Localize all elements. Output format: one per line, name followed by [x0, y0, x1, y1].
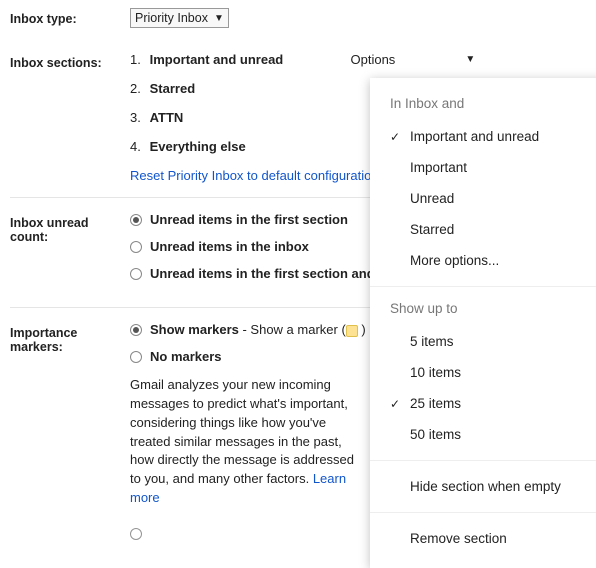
inbox-type-label: Inbox type: [10, 8, 130, 26]
section-options-menu: In Inbox and ✓ Important and unread Impo… [370, 78, 596, 568]
menu-filter-unread[interactable]: Unread [370, 183, 596, 214]
unread-option-text: Unread items in the first section [150, 212, 348, 227]
menu-item-text: Remove section [410, 531, 507, 546]
menu-header-show-up-to: Show up to [370, 297, 596, 326]
radio-icon [130, 241, 142, 253]
menu-divider [370, 286, 596, 287]
menu-item-text: Important and unread [410, 129, 539, 144]
radio-icon [130, 528, 142, 540]
section-options-button[interactable]: Options ▼ [351, 52, 476, 67]
importance-markers-label: Importance markers: [10, 322, 130, 354]
markers-description: Gmail analyzes your new incoming message… [130, 376, 360, 508]
section-name: ATTN [150, 110, 184, 125]
reset-priority-inbox-link[interactable]: Reset Priority Inbox to default configur… [130, 168, 379, 183]
section-num: 4. [130, 139, 146, 154]
menu-item-text: Hide section when empty [410, 479, 561, 494]
menu-divider [370, 512, 596, 513]
radio-icon [130, 324, 142, 336]
menu-item-text: 5 items [410, 334, 454, 349]
menu-hide-when-empty[interactable]: Hide section when empty [370, 471, 596, 502]
menu-item-text: 10 items [410, 365, 461, 380]
section-name: Everything else [150, 139, 246, 154]
show-markers-tail: - Show a marker ( [239, 322, 346, 337]
menu-count-10[interactable]: 10 items [370, 357, 596, 388]
inbox-type-value: Priority Inbox [135, 11, 208, 25]
section-num: 1. [130, 52, 146, 67]
check-icon: ✓ [390, 397, 410, 411]
unread-count-label: Inbox unread count: [10, 212, 130, 244]
select-caret-icon: ▼ [214, 13, 224, 24]
section-name: Starred [150, 81, 196, 96]
menu-count-25[interactable]: ✓ 25 items [370, 388, 596, 419]
menu-filter-important-unread[interactable]: ✓ Important and unread [370, 121, 596, 152]
menu-count-50[interactable]: 50 items [370, 419, 596, 450]
inbox-sections-label: Inbox sections: [10, 52, 130, 70]
markers-desc-text: Gmail analyzes your new incoming message… [130, 377, 354, 486]
menu-remove-section[interactable]: Remove section [370, 523, 596, 554]
menu-item-text: Important [410, 160, 467, 175]
section-num: 3. [130, 110, 146, 125]
radio-icon [130, 214, 142, 226]
unread-option-text: Unread items in the inbox [150, 239, 309, 254]
menu-item-text: 25 items [410, 396, 461, 411]
section-num: 2. [130, 81, 146, 96]
menu-filter-more-options[interactable]: More options... [370, 245, 596, 276]
radio-icon [130, 351, 142, 363]
menu-item-text: Starred [410, 222, 454, 237]
menu-header-inbox-and: In Inbox and [370, 92, 596, 121]
radio-icon [130, 268, 142, 280]
options-caret-icon: ▼ [465, 54, 475, 65]
check-icon: ✓ [390, 130, 410, 144]
section-item: 1. Important and unread Options ▼ [130, 52, 586, 67]
show-markers-tail2: ) [358, 322, 366, 337]
no-markers-text: No markers [150, 349, 222, 364]
menu-item-text: Unread [410, 191, 454, 206]
menu-divider [370, 460, 596, 461]
options-label: Options [351, 52, 396, 67]
menu-count-5[interactable]: 5 items [370, 326, 596, 357]
show-markers-text: Show markers [150, 322, 239, 337]
menu-filter-important[interactable]: Important [370, 152, 596, 183]
section-name: Important and unread [150, 52, 284, 67]
menu-filter-starred[interactable]: Starred [370, 214, 596, 245]
inbox-type-select[interactable]: Priority Inbox ▼ [130, 8, 229, 28]
marker-icon [346, 325, 358, 337]
menu-item-text: More options... [410, 253, 499, 268]
menu-item-text: 50 items [410, 427, 461, 442]
